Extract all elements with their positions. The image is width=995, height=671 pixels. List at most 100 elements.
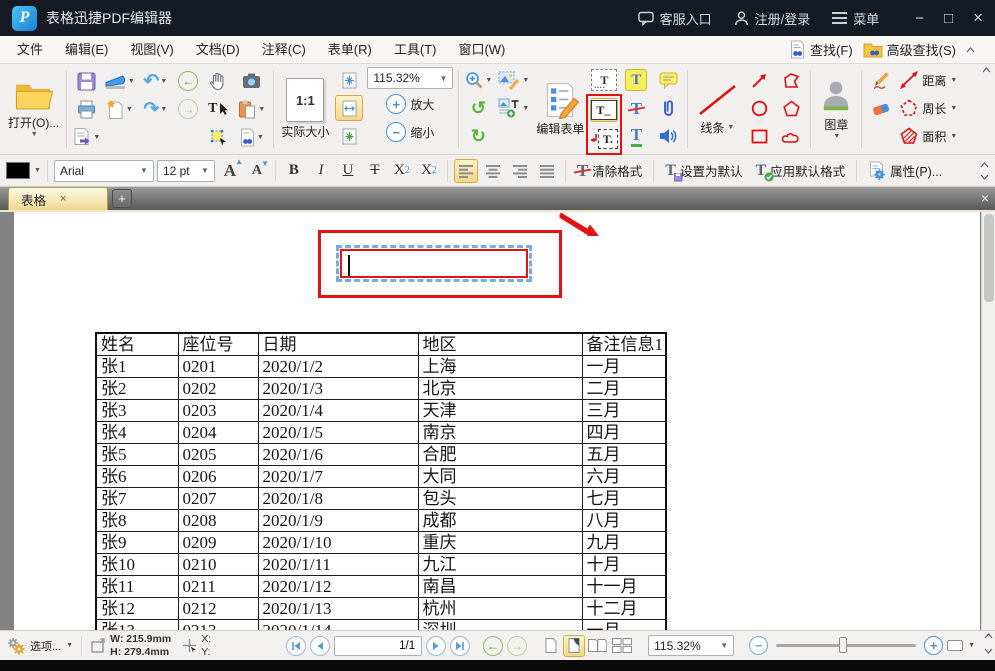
maximize-button[interactable]: □ xyxy=(944,10,953,27)
previous-view-status-button[interactable]: ← xyxy=(483,636,503,656)
find-button[interactable]: 查找(F) xyxy=(789,40,853,59)
increase-font-button[interactable]: A▲ xyxy=(218,159,242,183)
zoom-slider[interactable] xyxy=(776,644,916,647)
collapse-chevron-icon[interactable] xyxy=(966,47,975,53)
status-zoom-select[interactable]: 115.32%▼ xyxy=(648,635,734,656)
set-default-button[interactable]: T 设置为默认 xyxy=(660,161,747,180)
paste-button[interactable]: ▼ xyxy=(234,96,268,122)
perimeter-tool-button[interactable]: 周长▼ xyxy=(899,95,957,121)
two-page-continuous-view-button[interactable] xyxy=(609,635,635,657)
advanced-find-button[interactable]: 高级查找(S) xyxy=(863,40,956,59)
menu-window[interactable]: 窗口(W) xyxy=(447,36,516,64)
vertical-scrollbar[interactable] xyxy=(981,212,995,630)
save-button[interactable] xyxy=(72,68,100,94)
edit-form-button[interactable]: 编辑表单 xyxy=(532,66,588,152)
new-tab-button[interactable]: + xyxy=(112,189,132,208)
zoom-out-button[interactable]: −缩小 xyxy=(386,119,434,145)
eraser-tool-button[interactable] xyxy=(867,95,895,121)
open-button[interactable]: 打开(O)... ▼ xyxy=(4,66,63,152)
strikeout-text-button[interactable]: T xyxy=(622,95,650,121)
edit-image-button[interactable]: ▼ xyxy=(496,67,530,93)
arrow-tool-button[interactable] xyxy=(745,67,773,93)
zoom-in-button[interactable]: +放大 xyxy=(386,91,434,117)
circle-tool-button[interactable] xyxy=(745,95,773,121)
annotation-arrow-icon[interactable] xyxy=(554,212,610,236)
menu-view[interactable]: 视图(V) xyxy=(119,36,184,64)
menu-document[interactable]: 文档(D) xyxy=(185,36,251,64)
tab-order-tool-button[interactable]: T. xyxy=(590,127,618,151)
menu-file[interactable]: 文件 xyxy=(6,36,54,64)
continuous-view-button[interactable] xyxy=(563,635,585,657)
menu-tools[interactable]: 工具(T) xyxy=(383,36,448,64)
statusbar-scroll-down-icon[interactable] xyxy=(984,648,993,654)
rectangle-tool-button[interactable] xyxy=(745,123,773,149)
select-text-button[interactable]: T xyxy=(204,96,232,122)
attach-file-button[interactable] xyxy=(654,95,682,121)
underline-text-button[interactable]: T xyxy=(622,123,650,149)
italic-button[interactable]: I xyxy=(309,159,333,183)
fit-width-button[interactable] xyxy=(335,95,363,121)
stamp-button[interactable]: 图章 ▼ xyxy=(814,66,858,152)
align-right-button[interactable] xyxy=(508,159,532,183)
cloud-tool-button[interactable] xyxy=(777,123,805,149)
fit-visible-button[interactable] xyxy=(335,123,363,149)
properties-button[interactable]: 属性(P)... xyxy=(863,161,947,180)
close-button[interactable]: × xyxy=(973,8,983,28)
menu-edit[interactable]: 编辑(E) xyxy=(54,36,119,64)
font-color-dropdown-arrow[interactable]: ▼ xyxy=(34,167,41,174)
highlight-text-button[interactable]: T xyxy=(622,67,650,93)
previous-view-button[interactable]: ← xyxy=(174,68,202,94)
fit-view-icon[interactable] xyxy=(947,640,963,651)
snapshot-button[interactable] xyxy=(237,68,265,94)
text-field-tool-button[interactable]: T_ xyxy=(590,98,618,122)
tab-close-icon[interactable]: × xyxy=(60,193,66,205)
two-page-view-button[interactable] xyxy=(586,635,608,657)
hand-tool-button[interactable] xyxy=(204,68,232,94)
single-page-view-button[interactable] xyxy=(540,635,562,657)
first-page-button[interactable] xyxy=(286,636,306,656)
align-left-button[interactable] xyxy=(454,159,478,183)
zoom-level-select[interactable]: 115.32%▼ xyxy=(367,67,453,89)
apply-default-button[interactable]: T 应用默认格式 xyxy=(750,161,850,180)
options-button[interactable]: 选项... ▼ xyxy=(6,637,73,655)
print-button[interactable] xyxy=(72,96,100,122)
statusbar-scroll-up-icon[interactable] xyxy=(984,633,993,639)
formatbar-collapse-down-icon[interactable] xyxy=(980,174,989,180)
last-page-button[interactable] xyxy=(450,636,470,656)
minimize-button[interactable]: − xyxy=(915,10,924,27)
stamp-dropdown-arrow[interactable]: ▼ xyxy=(833,133,840,140)
page-number-input[interactable] xyxy=(334,636,422,656)
rotate-left-button[interactable]: ↺ xyxy=(464,95,492,121)
form-text-field[interactable] xyxy=(336,245,532,282)
pencil-tool-button[interactable] xyxy=(867,67,895,93)
export-button[interactable]: ▼ xyxy=(72,124,100,150)
area-tool-button[interactable]: 面积▼ xyxy=(899,123,957,149)
previous-page-button[interactable] xyxy=(310,636,330,656)
form-text-field-border[interactable] xyxy=(340,249,528,278)
line-tool-button[interactable]: 线条▼ xyxy=(691,66,743,152)
zoom-slider-thumb[interactable] xyxy=(839,637,847,653)
clear-format-button[interactable]: T 清除格式 xyxy=(572,161,647,180)
zoom-out-slider-button[interactable]: − xyxy=(749,636,768,655)
font-size-select[interactable]: 12 pt▼ xyxy=(157,160,215,182)
zoom-in-slider-button[interactable]: + xyxy=(924,636,943,655)
actual-size-button[interactable]: 1:1 实际大小 xyxy=(277,66,333,152)
find-tool-button[interactable]: ▼ xyxy=(234,124,268,150)
rotate-right-button[interactable]: ↻ xyxy=(464,123,492,149)
support-entry-button[interactable]: 客服入口 xyxy=(638,9,712,28)
menu-form[interactable]: 表单(R) xyxy=(317,36,383,64)
underline-button[interactable]: U xyxy=(336,159,360,183)
fit-view-dropdown-arrow[interactable]: ▼ xyxy=(968,642,975,649)
font-family-select[interactable]: Arial▼ xyxy=(54,160,154,182)
scrollbar-thumb[interactable] xyxy=(984,214,994,302)
formatbar-collapse-up-icon[interactable] xyxy=(980,162,989,168)
polygon-tool-button[interactable] xyxy=(777,95,805,121)
fit-page-button[interactable] xyxy=(335,67,363,93)
login-button[interactable]: 注册/登录 xyxy=(734,9,811,28)
sound-annotation-button[interactable] xyxy=(654,123,682,149)
add-image-text-button[interactable]: ▼ xyxy=(496,95,530,121)
toolbar-collapse-chevron-icon[interactable] xyxy=(982,67,991,73)
tab-active-document[interactable]: 表格 × xyxy=(8,187,108,210)
select-annotation-button[interactable] xyxy=(204,124,232,150)
bold-button[interactable]: B xyxy=(282,159,306,183)
